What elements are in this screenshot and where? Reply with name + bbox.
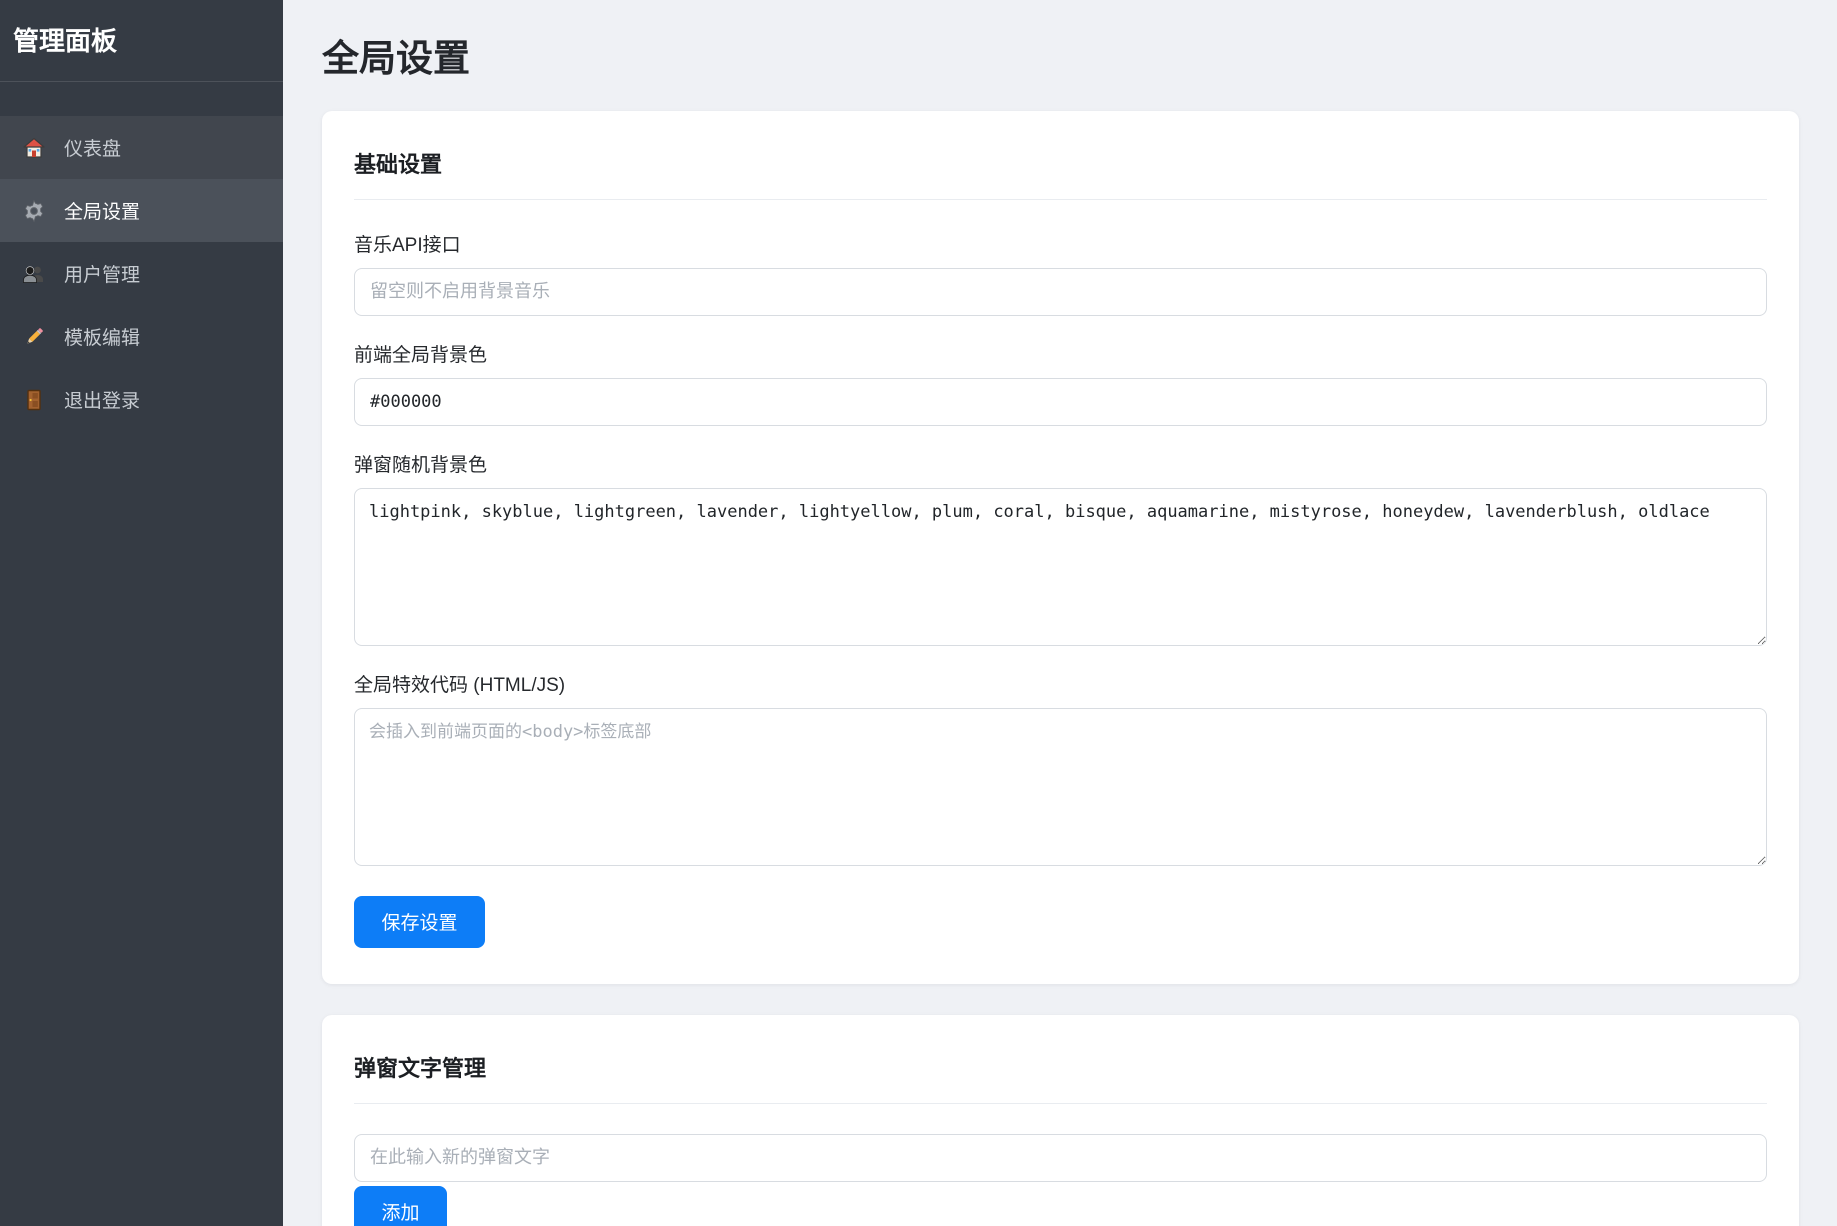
popup-colors-textarea[interactable]: lightpink, skyblue, lightgreen, lavender…: [354, 488, 1767, 646]
popup-text-input[interactable]: [354, 1134, 1767, 1182]
sidebar: 管理面板 仪表盘 全局设置: [0, 0, 283, 1226]
sidebar-item-label: 用户管理: [64, 260, 140, 287]
effects-code-textarea[interactable]: [354, 708, 1767, 866]
sidebar-item-user-management[interactable]: 用户管理: [0, 242, 283, 305]
basic-settings-heading: 基础设置: [354, 147, 1767, 200]
pencil-icon: [20, 324, 48, 350]
add-button[interactable]: 添加: [354, 1186, 447, 1226]
popup-colors-field: 弹窗随机背景色 lightpink, skyblue, lightgreen, …: [354, 450, 1767, 646]
music-api-label: 音乐API接口: [354, 230, 1767, 257]
save-settings-button[interactable]: 保存设置: [354, 896, 485, 948]
sidebar-item-global-settings[interactable]: 全局设置: [0, 179, 283, 242]
music-api-input[interactable]: [354, 268, 1767, 316]
home-icon: [20, 135, 48, 161]
sidebar-item-label: 退出登录: [64, 386, 140, 413]
effects-code-field: 全局特效代码 (HTML/JS): [354, 670, 1767, 866]
music-api-field: 音乐API接口: [354, 230, 1767, 316]
sidebar-item-label: 模板编辑: [64, 323, 140, 350]
app-title: 管理面板: [0, 0, 283, 81]
sidebar-item-dashboard[interactable]: 仪表盘: [0, 116, 283, 179]
sidebar-item-label: 仪表盘: [64, 134, 121, 161]
users-icon: [20, 261, 48, 287]
bg-color-label: 前端全局背景色: [354, 340, 1767, 367]
effects-code-label: 全局特效代码 (HTML/JS): [354, 670, 1767, 697]
popup-text-heading: 弹窗文字管理: [354, 1051, 1767, 1104]
main-content: 全局设置 基础设置 音乐API接口 前端全局背景色 弹窗随机背景色 lightp…: [283, 0, 1837, 1226]
bg-color-field: 前端全局背景色: [354, 340, 1767, 426]
door-icon: [20, 387, 48, 413]
popup-colors-label: 弹窗随机背景色: [354, 450, 1767, 477]
sidebar-item-template-edit[interactable]: 模板编辑: [0, 305, 283, 368]
sidebar-divider: [0, 81, 283, 82]
sidebar-item-logout[interactable]: 退出登录: [0, 368, 283, 431]
sidebar-item-label: 全局设置: [64, 197, 140, 224]
sidebar-nav: 仪表盘 全局设置 用户管理: [0, 116, 283, 431]
popup-text-card: 弹窗文字管理 添加: [322, 1015, 1799, 1226]
gear-icon: [20, 198, 48, 224]
basic-settings-card: 基础设置 音乐API接口 前端全局背景色 弹窗随机背景色 lightpink, …: [322, 111, 1799, 984]
bg-color-input[interactable]: [354, 378, 1767, 426]
page-title: 全局设置: [322, 38, 1799, 81]
